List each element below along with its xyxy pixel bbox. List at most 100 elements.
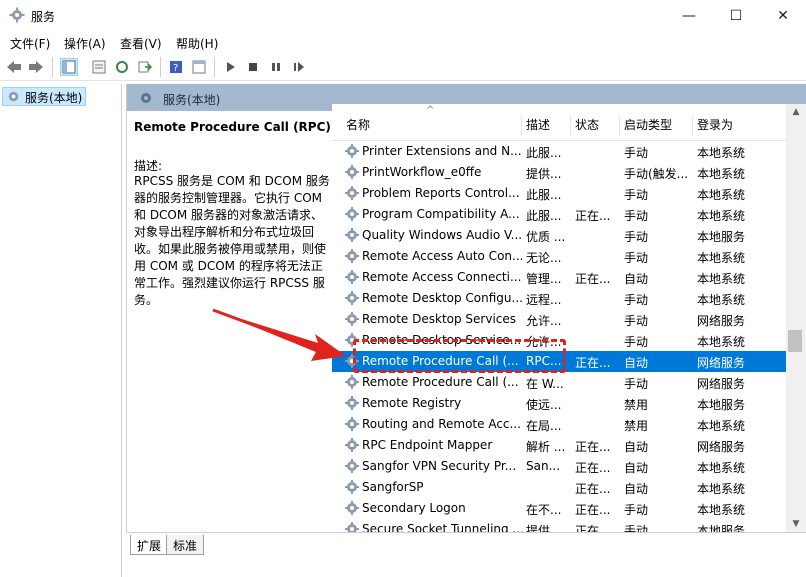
tab-extended[interactable]: 扩展: [130, 535, 169, 555]
service-logon: 本地系统: [697, 419, 746, 433]
service-startup-type: 自动: [624, 482, 649, 496]
tree-item-services-local[interactable]: 服务(本地): [2, 87, 87, 106]
restart-icon[interactable]: [290, 58, 308, 76]
table-row[interactable]: Remote Procedure Call (... RPC... 正在... 自动 网…: [332, 351, 787, 372]
service-logon: 本地系统: [697, 293, 746, 307]
maximize-button[interactable]: ☐: [713, 0, 759, 31]
menu-bar: 文件(F) 操作(A) 查看(V) 帮助(H): [0, 31, 806, 53]
service-name: Remote Desktop Service...: [362, 333, 522, 347]
service-gear-icon: [344, 227, 360, 243]
table-row[interactable]: Program Compatibility A... 此服... 正在... 手动 本地…: [332, 204, 787, 225]
service-startup-type: 手动: [624, 335, 649, 349]
properties-icon[interactable]: [90, 58, 108, 76]
forward-icon[interactable]: [27, 58, 45, 76]
service-logon: 本地系统: [697, 167, 746, 181]
table-row[interactable]: Problem Reports Control... 此服... 手动 本地系统: [332, 183, 787, 204]
service-startup-type: 手动: [624, 503, 649, 517]
menu-file[interactable]: 文件(F): [10, 35, 50, 52]
menu-action[interactable]: 操作(A): [64, 35, 106, 52]
scroll-down-icon[interactable]: ▼: [786, 516, 806, 532]
service-description: 允许...: [526, 314, 562, 328]
service-name: RPC Endpoint Mapper: [362, 438, 493, 452]
column-startup-type[interactable]: 启动类型: [620, 116, 693, 136]
service-name: Routing and Remote Acc...: [362, 417, 521, 431]
pane-title: 服务(本地): [163, 93, 221, 107]
table-row[interactable]: RPC Endpoint Mapper 解析 ... 正在... 自动 网络服务: [332, 435, 787, 456]
description-panel: Remote Procedure Call (RPC) 描述: RPCSS 服务…: [131, 111, 335, 531]
service-startup-type: 手动: [624, 377, 649, 391]
help-icon[interactable]: ?: [167, 58, 185, 76]
gear-icon: [8, 91, 19, 102]
column-name[interactable]: 名称: [342, 116, 522, 136]
service-status: 正在...: [575, 461, 611, 475]
service-gear-icon: [344, 332, 360, 348]
stop-icon[interactable]: [244, 58, 262, 76]
service-description: 解析 ...: [526, 440, 566, 454]
column-logon-as[interactable]: 登录为: [693, 116, 787, 136]
column-description[interactable]: 描述: [522, 116, 571, 136]
pause-icon[interactable]: [267, 58, 285, 76]
console-tree-icon[interactable]: [60, 58, 78, 76]
table-row[interactable]: Remote Desktop Service... 允许... 手动 本地系统: [332, 330, 787, 351]
service-logon: 本地系统: [697, 146, 746, 160]
table-row[interactable]: Quality Windows Audio V... 优质 ... 手动 本地服务: [332, 225, 787, 246]
table-row[interactable]: Remote Access Auto Con... 无论... 手动 本地系统: [332, 246, 787, 267]
service-logon: 本地系统: [697, 335, 746, 349]
service-description: 在局...: [526, 419, 562, 433]
service-startup-type: 手动: [624, 293, 649, 307]
table-row[interactable]: Remote Procedure Call (... 在 W... 手动 网络服务: [332, 372, 787, 393]
back-icon[interactable]: [5, 58, 23, 76]
view-icon[interactable]: [190, 58, 208, 76]
table-row[interactable]: Remote Desktop Configu... 远程... 手动 本地系统: [332, 288, 787, 309]
table-row[interactable]: Sangfor VPN Security Pr... San... 正在... 自动 本…: [332, 456, 787, 477]
column-status[interactable]: 状态: [571, 116, 620, 136]
service-gear-icon: [344, 416, 360, 432]
menu-view[interactable]: 查看(V): [120, 35, 162, 52]
table-row[interactable]: Remote Access Connecti... 管理... 正在... 自动 本地系…: [332, 267, 787, 288]
service-gear-icon: [344, 353, 360, 369]
service-logon: 本地服务: [697, 524, 746, 532]
refresh-icon[interactable]: [113, 58, 131, 76]
title-bar: 服务 — ☐ ✕: [0, 0, 806, 31]
vertical-scrollbar[interactable]: ▲ ▼: [786, 104, 806, 532]
table-row[interactable]: Secondary Logon 在不... 正在... 手动 本地系统: [332, 498, 787, 519]
list-header: ^ 名称 描述 状态 启动类型 登录为: [332, 104, 806, 141]
service-logon: 本地系统: [697, 251, 746, 265]
tree-item-label: 服务(本地): [25, 91, 83, 105]
close-button[interactable]: ✕: [760, 0, 806, 31]
table-row[interactable]: SangforSP 正在... 自动 本地系统: [332, 477, 787, 498]
service-description: 此服...: [526, 188, 562, 202]
menu-help[interactable]: 帮助(H): [176, 35, 218, 52]
service-name: Problem Reports Control...: [362, 186, 520, 200]
table-row[interactable]: Routing and Remote Acc... 在局... 禁用 本地系统: [332, 414, 787, 435]
service-logon: 本地系统: [697, 503, 746, 517]
start-icon[interactable]: [221, 58, 239, 76]
service-description: 远程...: [526, 293, 562, 307]
service-gear-icon: [344, 479, 360, 495]
service-gear-icon: [344, 185, 360, 201]
minimize-button[interactable]: —: [666, 0, 712, 31]
service-description: 提供...: [526, 167, 562, 181]
service-name: Secure Socket Tunneling ...: [362, 522, 522, 532]
service-description: 此服...: [526, 209, 562, 223]
service-name: Sangfor VPN Security Pr...: [362, 459, 517, 473]
service-name: Secondary Logon: [362, 501, 466, 515]
service-name: PrintWorkflow_e0ffe: [362, 165, 482, 179]
service-gear-icon: [344, 500, 360, 516]
service-gear-icon: [344, 290, 360, 306]
service-startup-type: 手动: [624, 230, 649, 244]
table-row[interactable]: Printer Extensions and N... 此服... 手动 本地系统: [332, 141, 787, 162]
sort-ascending-icon: ^: [426, 105, 435, 116]
service-logon: 本地系统: [697, 188, 746, 202]
service-startup-type: 手动(触发...: [624, 167, 689, 181]
service-gear-icon: [344, 269, 360, 285]
table-row[interactable]: Remote Desktop Services 允许... 手动 网络服务: [332, 309, 787, 330]
scroll-up-icon[interactable]: ▲: [786, 104, 806, 120]
table-row[interactable]: PrintWorkflow_e0ffe 提供... 手动(触发... 本地系统: [332, 162, 787, 183]
table-row[interactable]: Secure Socket Tunneling ... 提供... 正在... 手动 本…: [332, 519, 787, 532]
export-icon[interactable]: [136, 58, 154, 76]
service-description: 允许...: [526, 335, 562, 349]
table-row[interactable]: Remote Registry 使远... 禁用 本地服务: [332, 393, 787, 414]
tab-standard[interactable]: 标准: [166, 535, 205, 555]
scroll-thumb[interactable]: [788, 330, 802, 352]
